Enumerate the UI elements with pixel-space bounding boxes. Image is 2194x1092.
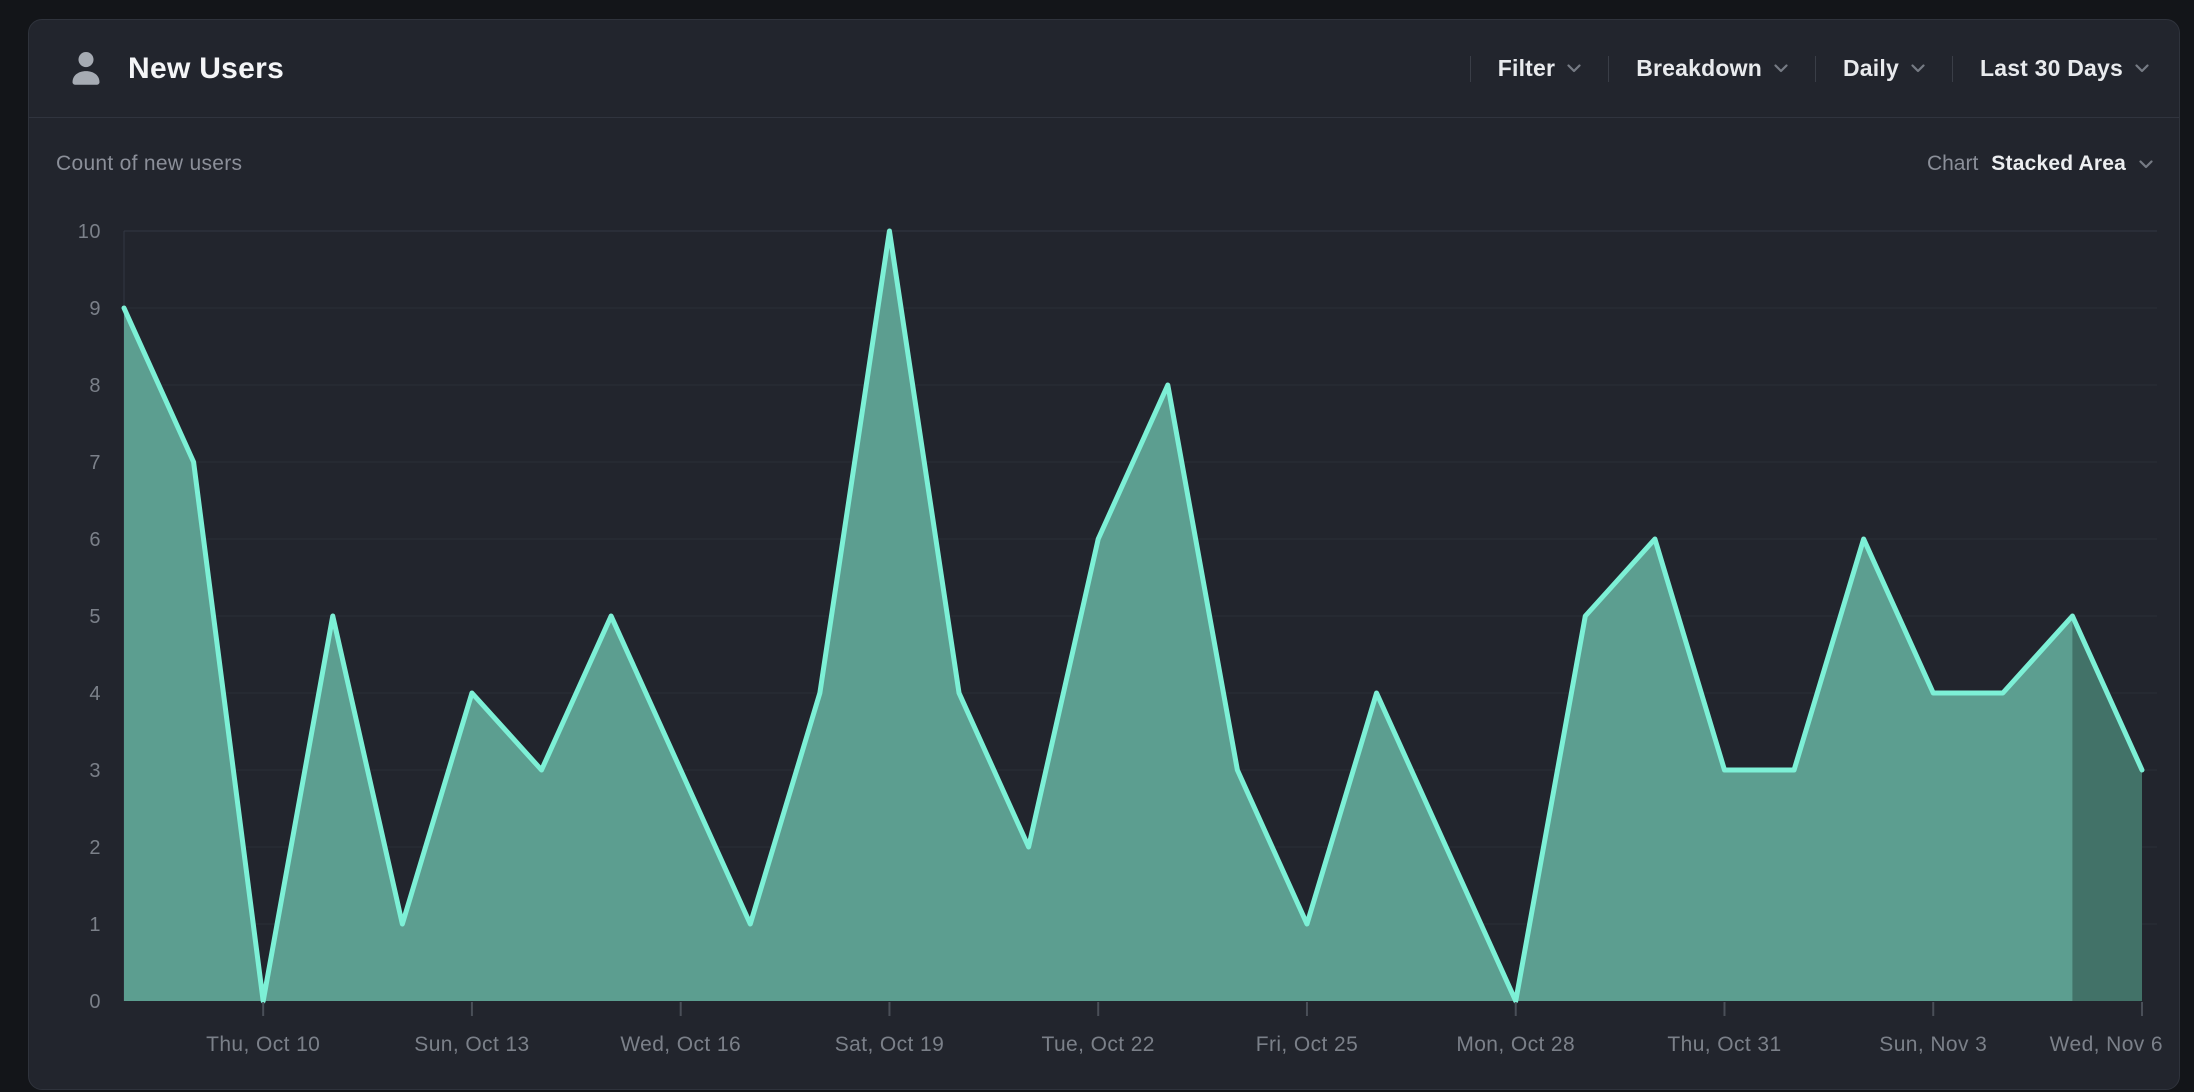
svg-text:Sun, Oct 13: Sun, Oct 13: [414, 1033, 529, 1056]
y-axis-labels: 0 1 2 3 4 5 6 7 8 9 10: [78, 221, 101, 1013]
chevron-down-icon: [1911, 64, 1925, 73]
svg-text:9: 9: [89, 298, 101, 320]
page-title: New Users: [128, 52, 284, 86]
divider: [1608, 56, 1609, 82]
svg-text:Wed, Oct 16: Wed, Oct 16: [620, 1033, 741, 1056]
svg-text:1: 1: [89, 914, 101, 936]
chart-type-value: Stacked Area: [1991, 152, 2126, 176]
svg-text:3: 3: [89, 760, 101, 782]
chevron-down-icon: [1774, 64, 1788, 73]
svg-text:Thu, Oct 31: Thu, Oct 31: [1667, 1033, 1781, 1056]
breakdown-dropdown[interactable]: Breakdown: [1636, 55, 1788, 82]
divider: [1470, 56, 1471, 82]
svg-text:Tue, Oct 22: Tue, Oct 22: [1042, 1033, 1155, 1056]
partial-period-band: [2072, 616, 2142, 1001]
user-icon: [64, 47, 108, 91]
filter-label: Filter: [1498, 55, 1555, 82]
header-controls: Filter Breakdown Daily Last 30 Days: [1443, 55, 2149, 82]
chart-subheader: Count of new users Chart Stacked Area: [29, 118, 2179, 210]
svg-text:Thu, Oct 10: Thu, Oct 10: [206, 1033, 320, 1056]
divider: [1815, 56, 1816, 82]
svg-text:2: 2: [89, 837, 101, 859]
svg-text:Wed, Nov 6: Wed, Nov 6: [2050, 1033, 2163, 1056]
card-header: New Users Filter Breakdown Daily Last 30…: [29, 20, 2179, 118]
svg-text:Mon, Oct 28: Mon, Oct 28: [1456, 1033, 1575, 1056]
svg-text:Sat, Oct 19: Sat, Oct 19: [835, 1033, 944, 1056]
header-left: New Users: [64, 47, 284, 91]
chart-type-dropdown[interactable]: Chart Stacked Area: [1927, 152, 2153, 176]
chart-title: Count of new users: [56, 152, 242, 176]
chevron-down-icon: [2139, 160, 2153, 169]
svg-text:Fri, Oct 25: Fri, Oct 25: [1256, 1033, 1358, 1056]
new-users-card: New Users Filter Breakdown Daily Last 30…: [28, 19, 2180, 1090]
svg-text:6: 6: [89, 529, 101, 551]
svg-text:Sun, Nov 3: Sun, Nov 3: [1879, 1033, 1987, 1056]
interval-label: Daily: [1843, 55, 1899, 82]
x-axis-labels: Thu, Oct 10 Sun, Oct 13 Wed, Oct 16 Sat, Oc…: [206, 1002, 2163, 1056]
svg-text:7: 7: [89, 452, 101, 474]
date-range-label: Last 30 Days: [1980, 55, 2123, 82]
svg-text:10: 10: [78, 221, 101, 243]
interval-dropdown[interactable]: Daily: [1843, 55, 1925, 82]
date-range-dropdown[interactable]: Last 30 Days: [1980, 55, 2149, 82]
svg-text:5: 5: [89, 606, 101, 628]
filter-dropdown[interactable]: Filter: [1498, 55, 1581, 82]
chevron-down-icon: [2135, 64, 2149, 73]
svg-text:8: 8: [89, 375, 101, 397]
svg-text:0: 0: [89, 991, 101, 1013]
area-chart[interactable]: 0 1 2 3 4 5 6 7 8 9 10 Thu, Oct 10 Sun, Oct 13 Wed, O…: [29, 211, 2179, 1089]
breakdown-label: Breakdown: [1636, 55, 1762, 82]
chart-type-label: Chart: [1927, 152, 1978, 176]
divider: [1952, 56, 1953, 82]
svg-text:4: 4: [89, 683, 101, 705]
chevron-down-icon: [1567, 64, 1581, 73]
